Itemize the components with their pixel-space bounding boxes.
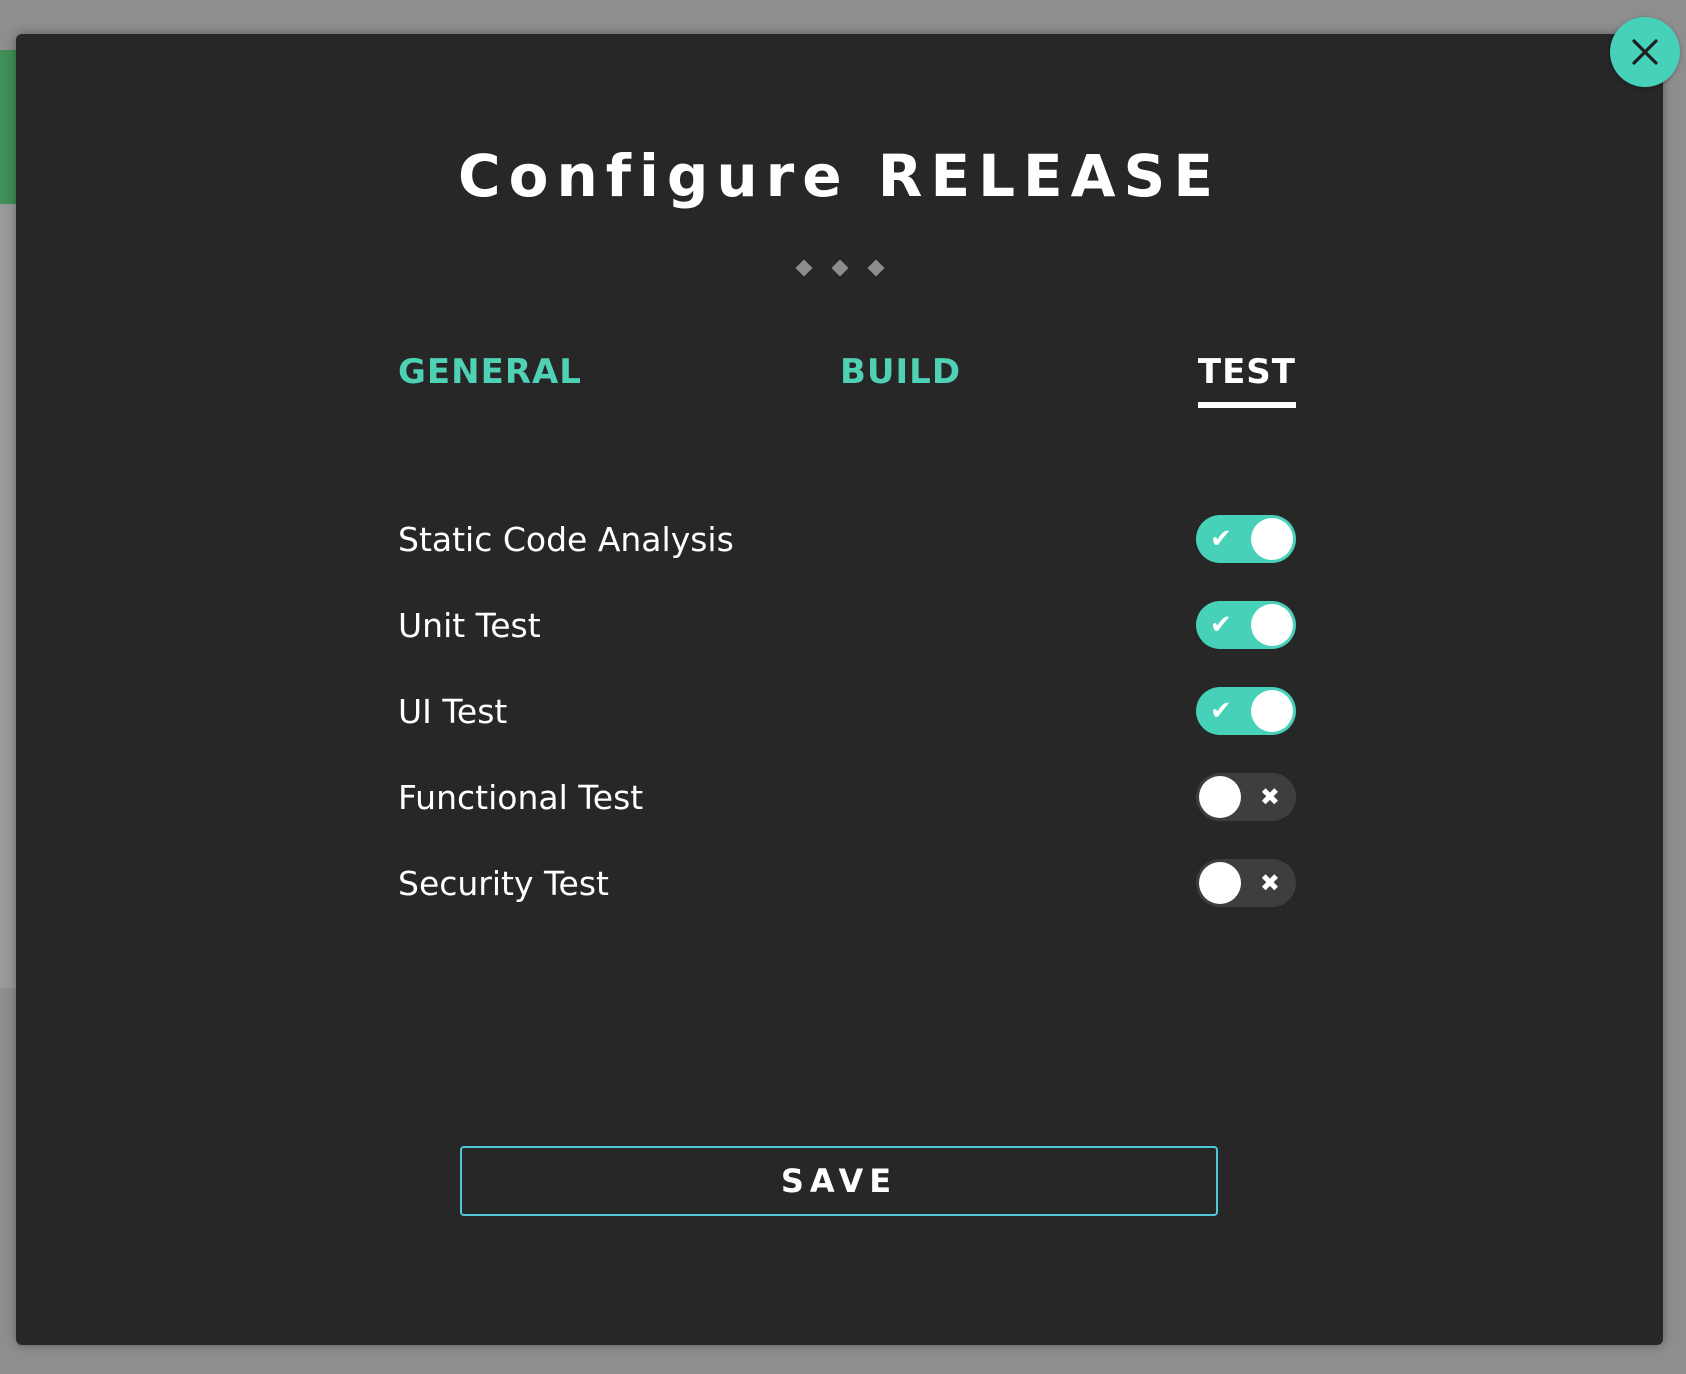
option-unit-test: Unit Test ✔	[382, 582, 1314, 668]
step-dot	[867, 259, 884, 277]
option-label: Unit Test	[398, 605, 541, 645]
step-dot	[795, 259, 812, 277]
static-code-analysis-toggle[interactable]: ✔	[1196, 515, 1296, 563]
toggle-knob	[1251, 604, 1293, 646]
configure-modal: Configure RELEASE GENERAL BUILD TEST Sta…	[16, 34, 1663, 1345]
tab-bar: GENERAL BUILD TEST	[382, 352, 1314, 412]
cross-icon: ✖	[1259, 783, 1280, 811]
option-functional-test: Functional Test ✖	[382, 754, 1314, 840]
toggle-knob	[1251, 690, 1293, 732]
tab-build[interactable]: BUILD	[840, 352, 961, 392]
option-label: Security Test	[398, 863, 609, 903]
option-label: UI Test	[398, 691, 508, 731]
option-label: Static Code Analysis	[398, 519, 734, 559]
option-ui-test: UI Test ✔	[382, 668, 1314, 754]
toggle-knob	[1251, 518, 1293, 560]
functional-test-toggle[interactable]: ✖	[1196, 773, 1296, 821]
tab-test[interactable]: TEST	[1197, 352, 1296, 408]
close-button[interactable]	[1610, 17, 1680, 87]
save-button[interactable]: SAVE	[460, 1146, 1218, 1216]
option-static-code-analysis: Static Code Analysis ✔	[382, 496, 1314, 582]
close-icon	[1632, 39, 1658, 65]
step-indicator	[16, 259, 1663, 277]
check-icon: ✔	[1210, 610, 1232, 640]
check-icon: ✔	[1210, 696, 1232, 726]
ui-test-toggle[interactable]: ✔	[1196, 687, 1296, 735]
check-icon: ✔	[1210, 524, 1232, 554]
toggle-knob	[1199, 776, 1241, 818]
option-label: Functional Test	[398, 777, 644, 817]
modal-title: Configure RELEASE	[458, 142, 1221, 210]
cross-icon: ✖	[1259, 869, 1280, 897]
test-options-list: Static Code Analysis ✔ Unit Test ✔ UI Te…	[382, 496, 1314, 926]
option-security-test: Security Test ✖	[382, 840, 1314, 926]
unit-test-toggle[interactable]: ✔	[1196, 601, 1296, 649]
tab-general[interactable]: GENERAL	[398, 352, 582, 392]
security-test-toggle[interactable]: ✖	[1196, 859, 1296, 907]
underlying-accent-strip	[0, 50, 16, 204]
toggle-knob	[1199, 862, 1241, 904]
step-dot	[831, 259, 848, 277]
